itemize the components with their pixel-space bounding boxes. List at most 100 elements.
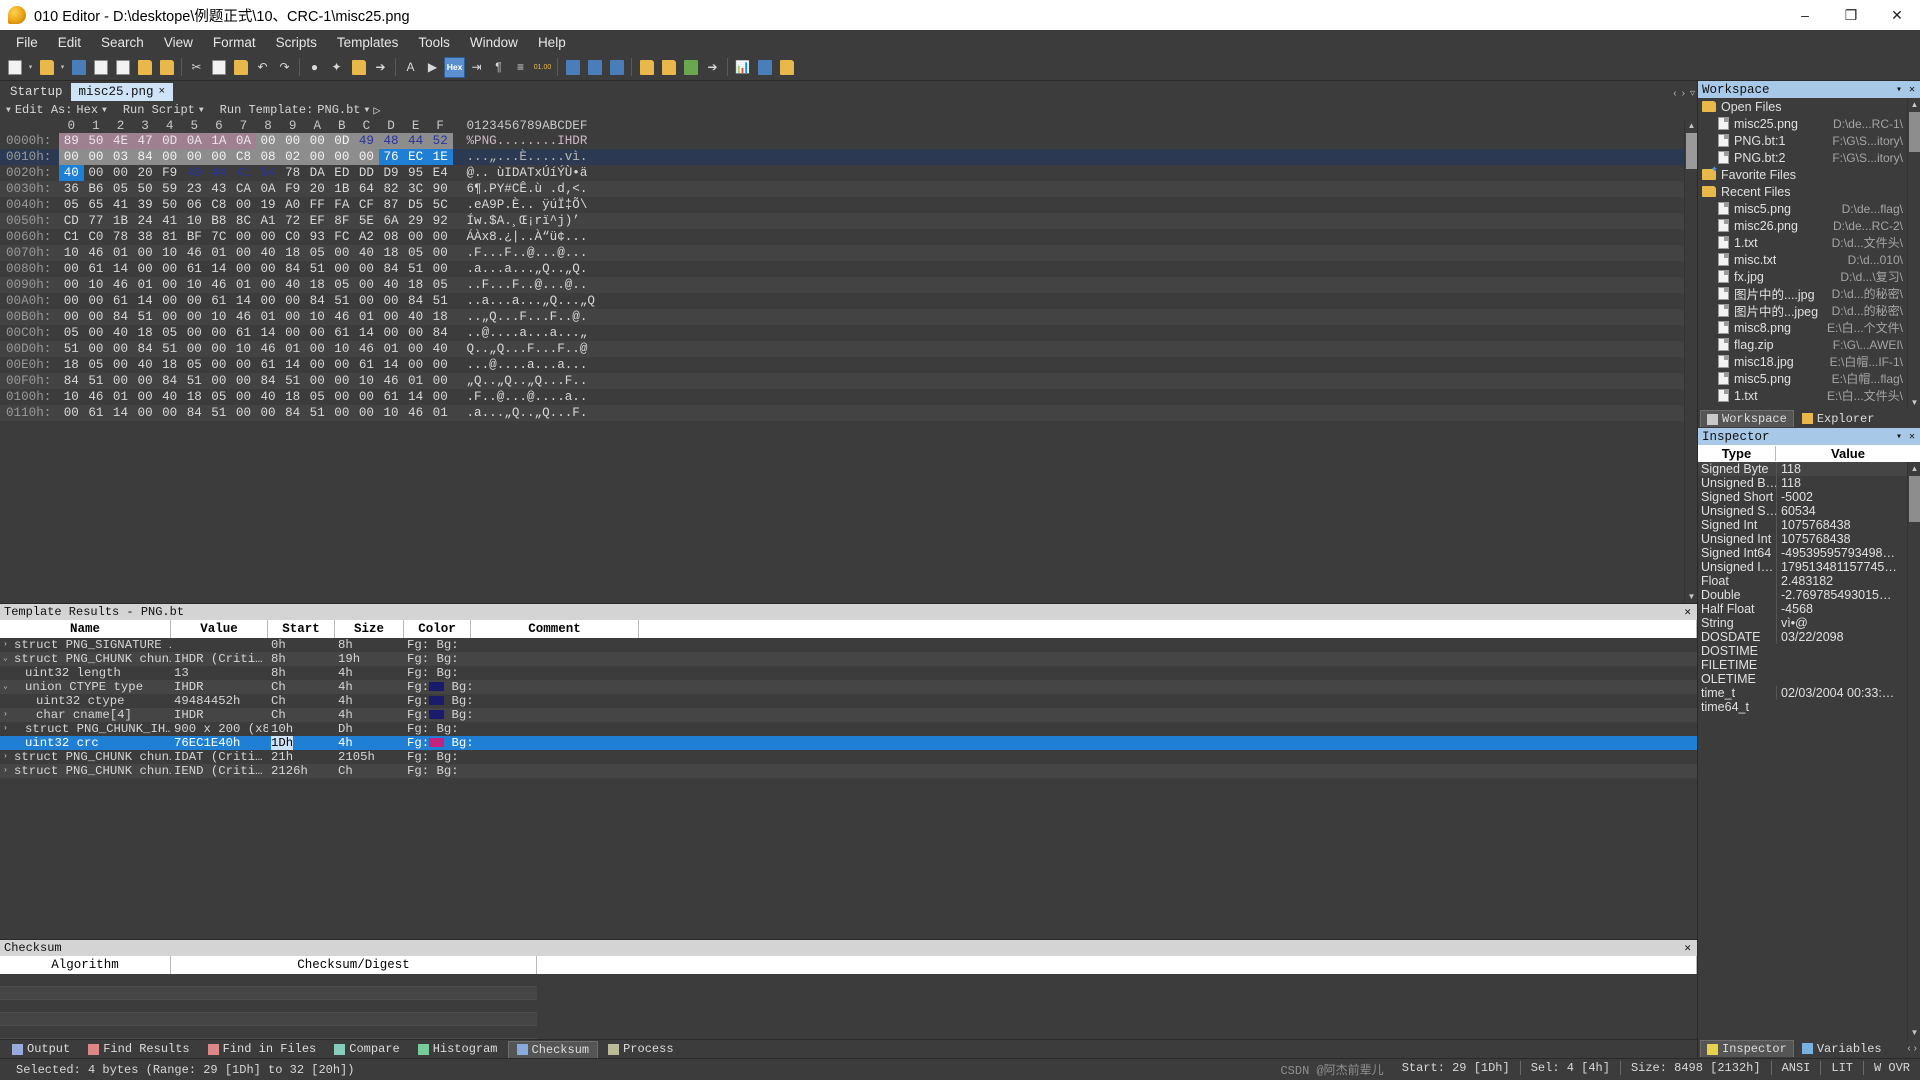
hex-byte[interactable]: 00 [84,309,109,325]
template-row-name[interactable]: ⌄ struct PNG_CHUNK chun… [0,652,171,666]
hex-byte[interactable]: 51 [133,309,158,325]
hex-byte[interactable]: 05 [182,357,207,373]
template-row-name[interactable]: › struct PNG_CHUNK chun… [0,750,171,764]
template-row-comment[interactable] [471,708,639,722]
hex-byte[interactable]: 51 [330,293,355,309]
hex-byte[interactable]: 1B [330,181,355,197]
new-file-dropdown-icon[interactable]: ▾ [26,57,35,78]
template-row-color[interactable]: Fg: Bg: [404,666,471,680]
template-row-name[interactable]: uint32 ctype [0,694,171,708]
template-results-close-icon[interactable]: ✕ [1684,605,1691,619]
workspace-collapse-icon[interactable]: ▾ [1896,84,1902,96]
hex-byte[interactable]: 03 [108,149,133,165]
hex-byte[interactable]: CA [231,181,256,197]
hex-row-bytes[interactable]: 05 00 40 18 05 00 00 61 14 00 00 61 14 00 00 84 [59,325,453,341]
hex-byte[interactable]: 61 [108,293,133,309]
hex-row-ascii[interactable]: ...@....a...a... [467,357,588,373]
hex-byte[interactable]: 61 [354,357,379,373]
hex-byte[interactable]: 18 [182,389,207,405]
hex-byte[interactable]: 5C [428,197,453,213]
hex-byte[interactable]: 8F [330,213,355,229]
inspector-row-value[interactable]: 118 [1776,462,1907,476]
hex-byte[interactable]: 84 [182,405,207,421]
inspector-row-value[interactable]: -49539595793498… [1776,546,1907,560]
hex-byte[interactable]: 00 [354,293,379,309]
inspector-row[interactable]: FILETIME [1698,658,1907,672]
run-template-value[interactable]: PNG.bt [317,103,360,117]
hex-byte[interactable]: 40 [59,165,84,181]
hex-byte[interactable]: 61 [256,357,281,373]
workspace-scrollbar[interactable]: ▲ ▼ [1907,98,1920,409]
hex-byte[interactable]: 84 [379,261,404,277]
hex-byte[interactable]: 61 [182,261,207,277]
checksum-icon[interactable] [658,57,679,78]
hex-byte[interactable]: 1A [206,133,232,149]
hex-byte[interactable]: 05 [305,389,330,405]
template-row-color[interactable]: Fg: Bg: [404,764,471,778]
hex-byte[interactable]: 46 [182,245,207,261]
inspector-collapse-icon[interactable]: ▾ [1896,431,1902,443]
template-row-size[interactable]: 4h [335,708,404,722]
template-row-name[interactable]: uint32 crc [0,736,171,750]
hex-byte[interactable]: 14 [379,357,404,373]
template-row-start[interactable]: 21h [268,750,335,764]
hex-byte[interactable]: C8 [207,197,232,213]
hex-byte[interactable]: 84 [280,405,305,421]
hex-row-bytes[interactable]: CD 77 1B 24 41 10 B8 8C A1 72 EF 8F 5E 6A 29 92 [59,213,453,229]
hex-byte[interactable]: 00 [304,133,330,149]
template-row[interactable]: › char cname[4] IHDR Ch 4h Fg: Bg: [0,708,1697,722]
hex-byte[interactable]: 00 [182,341,207,357]
hex-row-bytes[interactable]: 18 05 00 40 18 05 00 00 61 14 00 00 61 14 00 00 [59,357,453,373]
hex-byte[interactable]: 43 [207,181,232,197]
hex-byte[interactable]: 39 [133,197,158,213]
hex-byte[interactable]: 01 [354,309,379,325]
template-row[interactable]: uint32 length 13 8h 4h Fg: Bg: [0,666,1697,680]
hex-byte[interactable]: 84 [157,373,182,389]
hex-byte[interactable]: 00 [181,149,207,165]
hex-byte[interactable]: 00 [329,149,355,165]
run-template-icon[interactable]: ➔ [702,57,723,78]
hex-byte[interactable]: 00 [59,277,84,293]
hex-row[interactable]: 00F0h: 84 51 00 00 84 51 00 00 84 51 00 00 10 46 01 00 „Q… [0,373,1684,389]
hex-row-bytes[interactable]: 36 B6 05 50 59 23 43 CA 0A F9 20 1B 64 82 3C 90 [59,181,453,197]
inspector-row-value[interactable]: -2.769785493015… [1776,588,1907,602]
hex-byte[interactable]: 40 [133,357,158,373]
inspector-row[interactable]: Unsigned B… 118 [1698,476,1907,490]
col-header-name[interactable]: Name [0,620,171,638]
hex-byte[interactable]: 76 [378,149,404,165]
hex-byte[interactable]: 40 [256,389,281,405]
hex-byte[interactable]: 00 [403,229,428,245]
run-script-icon[interactable] [680,57,701,78]
hex-byte[interactable]: 48 [378,133,404,149]
hex-byte[interactable]: 18 [133,325,158,341]
hex-byte[interactable]: 78 [280,165,305,181]
inspector-row[interactable]: DOSDATE 03/22/2098 [1698,630,1907,644]
hex-byte[interactable]: 72 [280,213,305,229]
paragraph-icon[interactable]: ¶ [488,57,509,78]
hex-byte[interactable]: 18 [59,357,84,373]
hex-byte[interactable]: 06 [182,197,207,213]
hex-byte[interactable]: 84 [428,325,453,341]
hex-byte[interactable]: B6 [84,181,109,197]
template-row-color[interactable]: Fg: Bg: [404,680,471,694]
template-row-name[interactable]: › char cname[4] [0,708,171,722]
hex-byte[interactable]: 47 [132,133,158,149]
hex-byte[interactable]: 00 [305,325,330,341]
tab-explorer[interactable]: Explorer [1796,410,1881,427]
template-row[interactable]: › struct PNG_SIGNATURE … 0h 8h Fg: Bg: [0,638,1697,652]
inspector-row[interactable]: Half Float -4568 [1698,602,1907,616]
hex-byte[interactable]: 00 [256,229,281,245]
template-row-color[interactable]: Fg: Bg: [404,694,471,708]
inspector-row-value[interactable]: 2.483182 [1776,574,1907,588]
add-bookmark-icon[interactable]: ✦ [326,57,347,78]
hex-byte[interactable]: 05 [207,389,232,405]
hex-byte[interactable]: FC [330,229,355,245]
template-row-value[interactable]: IEND (Criti… [171,764,268,778]
template-row-size[interactable]: 4h [335,694,404,708]
hex-byte[interactable]: 0D [329,133,355,149]
hex-row[interactable]: 00C0h: 05 00 40 18 05 00 00 61 14 00 00 61 14 00 00 84..… [0,325,1684,341]
template-row-spacer[interactable] [639,638,1697,652]
hex-byte[interactable]: 14 [403,389,428,405]
hex-byte[interactable]: 00 [256,293,281,309]
hex-byte[interactable]: 00 [330,389,355,405]
